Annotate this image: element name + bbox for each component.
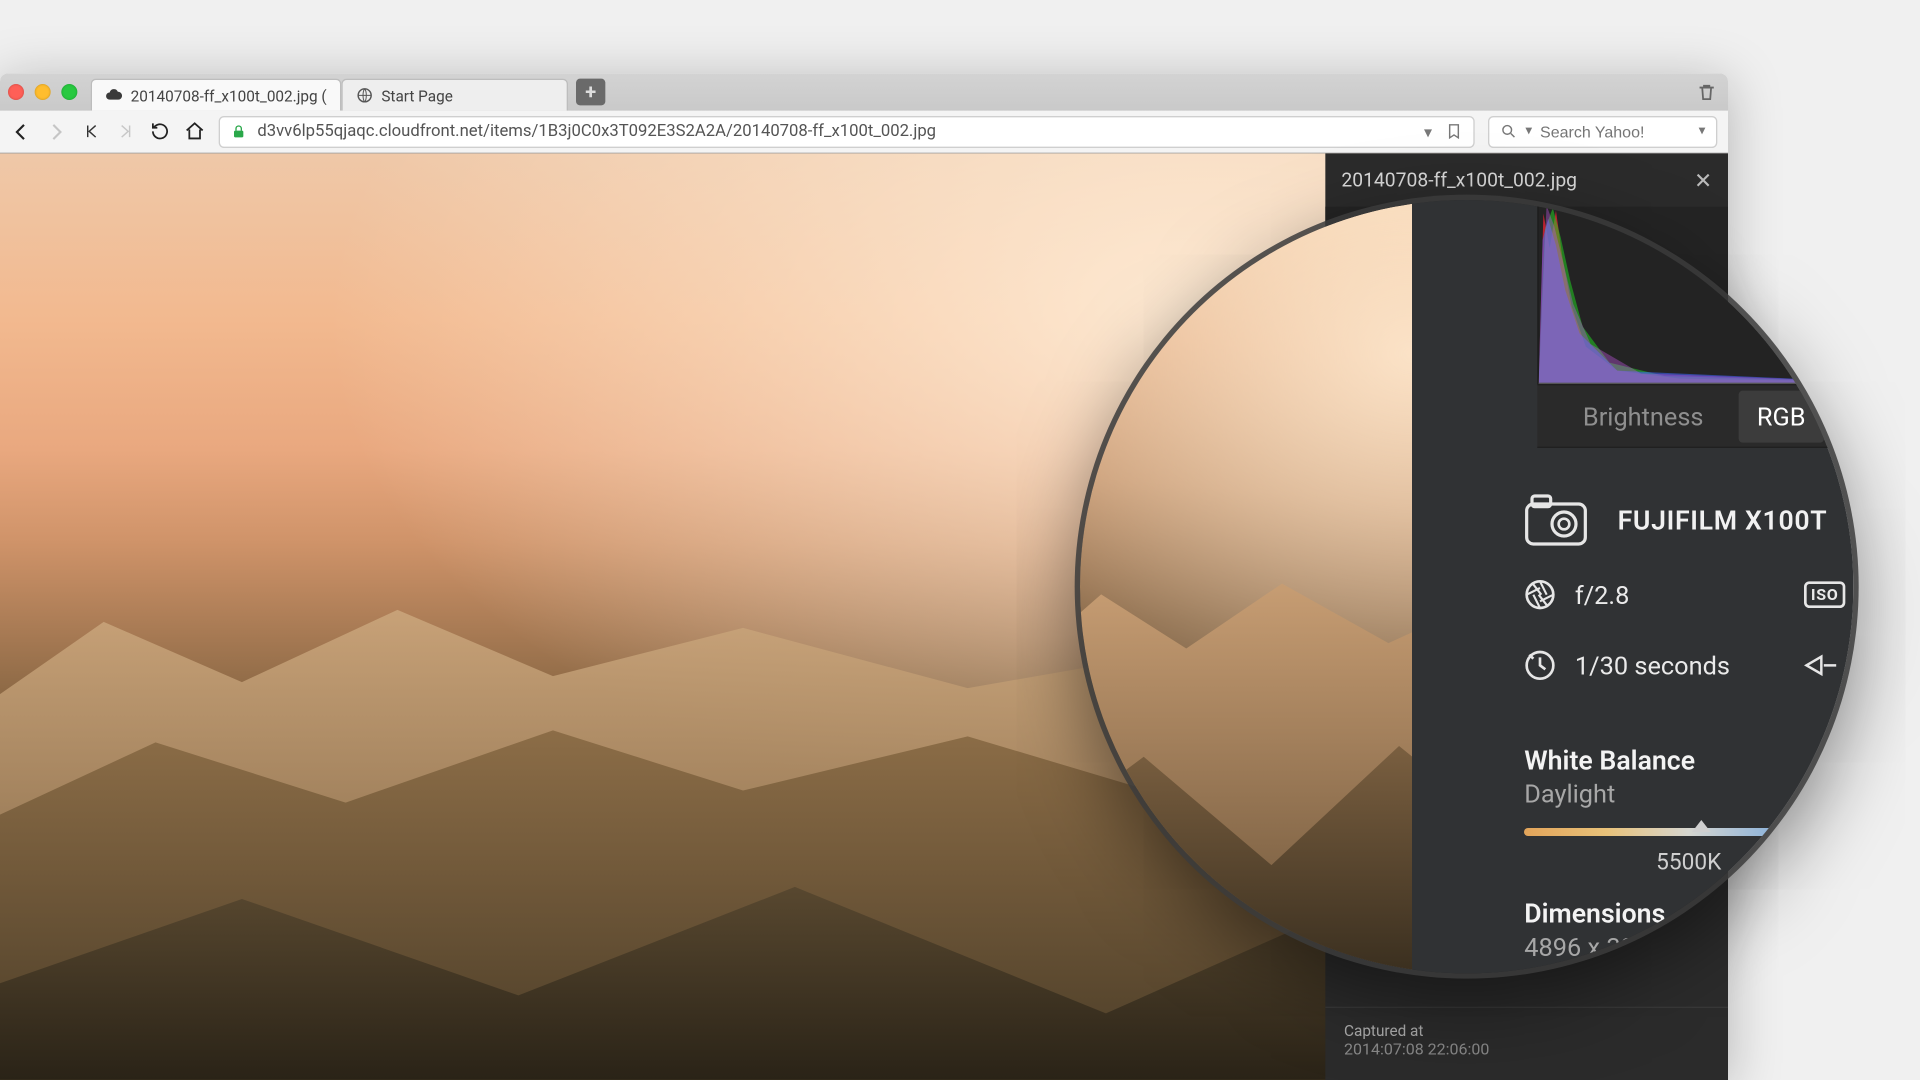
cloud-favicon-icon bbox=[105, 87, 122, 104]
tab-label: Start Page bbox=[381, 86, 553, 105]
close-window-button[interactable] bbox=[8, 84, 24, 100]
search-input[interactable] bbox=[1540, 122, 1691, 141]
tab-image[interactable]: 20140708-ff_x100t_002.jpg ( bbox=[91, 79, 342, 111]
white-balance-slider[interactable] bbox=[1524, 828, 1853, 836]
address-bar[interactable]: d3vv6lp55qjaqc.cloudfront.net/items/1B3j… bbox=[219, 115, 1475, 147]
aperture-icon bbox=[1524, 579, 1556, 611]
bookmark-icon[interactable] bbox=[1445, 122, 1462, 141]
toolbar: d3vv6lp55qjaqc.cloudfront.net/items/1B3j… bbox=[0, 111, 1728, 154]
tab-label: 20140708-ff_x100t_002.jpg ( bbox=[131, 86, 327, 105]
minimize-window-button[interactable] bbox=[35, 84, 51, 100]
close-icon[interactable]: ✕ bbox=[1694, 167, 1712, 192]
captured-at-label: Captured at bbox=[1344, 1021, 1709, 1040]
home-button[interactable] bbox=[184, 121, 205, 142]
dimensions-title: Dimensions bbox=[1524, 897, 1853, 929]
chevron-down-icon[interactable]: ▾ bbox=[1699, 124, 1706, 139]
tab-r[interactable]: R bbox=[1840, 390, 1853, 442]
focal-length-icon bbox=[1804, 652, 1839, 679]
forward-button[interactable] bbox=[45, 121, 66, 142]
captured-at-value: 2014:07:08 22:06:00 bbox=[1344, 1040, 1709, 1059]
url-right-controls: ▾ bbox=[1424, 122, 1463, 141]
lock-icon bbox=[231, 123, 247, 139]
back-button[interactable] bbox=[11, 121, 32, 142]
trash-button[interactable] bbox=[1696, 73, 1717, 110]
search-bar[interactable]: ▾ ▾ bbox=[1488, 115, 1717, 147]
white-balance-title: White Balance bbox=[1524, 744, 1853, 776]
tab-brightness[interactable]: Brightness bbox=[1564, 390, 1722, 442]
tab-start-page[interactable]: Start Page bbox=[341, 79, 568, 111]
chevron-down-icon[interactable]: ▾ bbox=[1424, 122, 1432, 141]
new-tab-button[interactable]: + bbox=[576, 79, 605, 106]
url-text: d3vv6lp55qjaqc.cloudfront.net/items/1B3j… bbox=[257, 121, 1413, 141]
white-balance-kelvin: 5500K bbox=[1524, 849, 1853, 876]
iso-icon: ISO bbox=[1804, 581, 1845, 608]
magnifier-loupe: Brightness RGB R G B bbox=[1080, 200, 1853, 973]
inspector-header: 20140708-ff_x100t_002.jpg ✕ bbox=[1325, 153, 1728, 206]
loupe-panel: Brightness RGB R G B bbox=[1304, 200, 1853, 973]
maximize-window-button[interactable] bbox=[61, 84, 77, 100]
shutter-icon bbox=[1524, 649, 1556, 681]
dimensions-section: Dimensions 4896 x 3264 (16MP) bbox=[1524, 897, 1853, 962]
tab-strip: 20140708-ff_x100t_002.jpg ( Start Page + bbox=[0, 73, 1728, 110]
inspector-filename: 20140708-ff_x100t_002.jpg bbox=[1341, 169, 1577, 192]
slider-handle[interactable] bbox=[1693, 820, 1712, 832]
inspector-footer: Captured at 2014:07:08 22:06:00 bbox=[1325, 1007, 1728, 1080]
globe-favicon-icon bbox=[356, 87, 373, 104]
loupe-metadata: FUJIFILM X100T f/2.8 ISO 3200 bbox=[1524, 467, 1853, 963]
tabs: 20140708-ff_x100t_002.jpg ( Start Page + bbox=[91, 73, 606, 110]
camera-model: FUJIFILM X100T bbox=[1618, 504, 1828, 536]
white-balance-value: Daylight bbox=[1524, 779, 1853, 810]
camera-icon bbox=[1524, 493, 1588, 546]
search-icon bbox=[1500, 123, 1517, 140]
loupe-histogram bbox=[1538, 200, 1854, 384]
tab-rgb[interactable]: RGB bbox=[1738, 390, 1824, 442]
reload-button[interactable] bbox=[149, 121, 170, 142]
shutter-value: 1/30 seconds bbox=[1575, 650, 1730, 681]
dimensions-value: 4896 x 3264 (16MP) bbox=[1524, 932, 1853, 963]
aperture-value: f/2.8 bbox=[1575, 579, 1629, 610]
prev-item-button[interactable] bbox=[80, 121, 101, 142]
next-item-button[interactable] bbox=[115, 121, 136, 142]
white-balance-section: White Balance Daylight 5500K bbox=[1524, 744, 1853, 876]
window-controls bbox=[8, 84, 77, 100]
loupe-histogram-tabs: Brightness RGB R G B bbox=[1538, 384, 1854, 448]
